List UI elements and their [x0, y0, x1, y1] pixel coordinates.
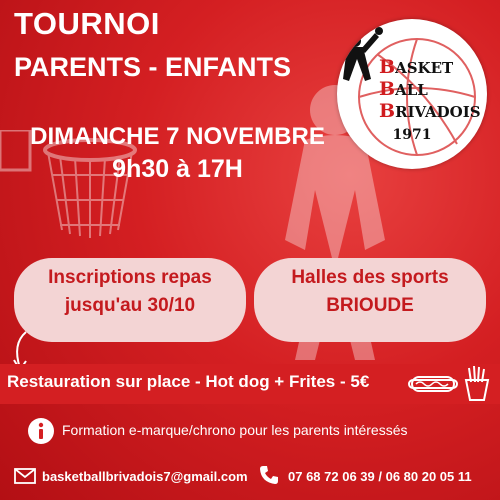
venue-line-2: BRIOUDE: [326, 295, 414, 316]
club-logo: BASKET BALL BRIVADOIS 1971: [337, 19, 487, 169]
event-time: 9h30 à 17H: [112, 155, 243, 183]
mail-icon: [14, 468, 36, 484]
email-link[interactable]: basketballbrivadois7@gmail.com: [42, 469, 248, 484]
logo-text: BASKET BALL BRIVADOIS: [379, 56, 481, 122]
title-line-1: TOURNOI: [14, 6, 160, 41]
event-poster: TOURNOI PARENTS - ENFANTS DIMANCHE 7 NOV…: [0, 0, 500, 500]
venue-line-1: Halles des sports: [291, 267, 449, 288]
phone-numbers[interactable]: 07 68 72 06 39 / 06 80 20 05 11: [288, 469, 472, 484]
info-icon: [28, 418, 54, 444]
title-line-2: PARENTS - ENFANTS: [14, 52, 292, 82]
hotdog-icon: [408, 376, 458, 392]
info-text: Formation e-marque/chrono pour les paren…: [62, 422, 408, 438]
registration-line-2: jusqu'au 30/10: [64, 295, 196, 316]
event-date: DIMANCHE 7 NOVEMBRE: [30, 123, 325, 150]
registration-line-1: Inscriptions repas: [48, 267, 212, 288]
food-text: Restauration sur place - Hot dog + Frite…: [7, 372, 370, 391]
logo-year: 1971: [392, 127, 432, 143]
phone-icon: [260, 466, 278, 484]
fries-icon: [464, 365, 490, 401]
